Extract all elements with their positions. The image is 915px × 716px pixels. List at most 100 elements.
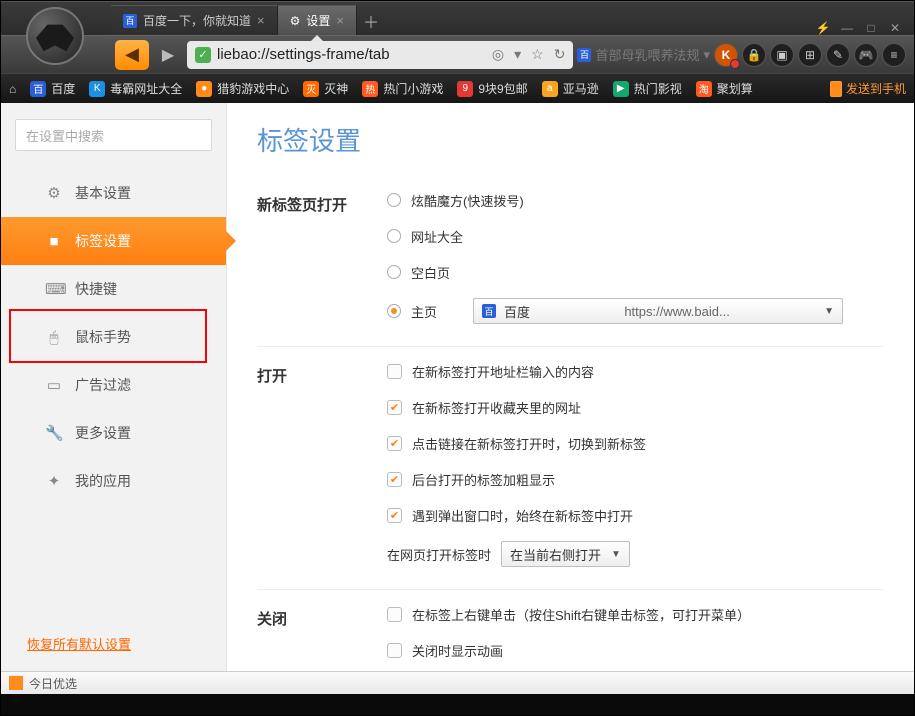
bookmarks-bar: ⌂ 百百度K毒霸网址大全●猎豹游戏中心灭灭神热热门小游戏99块9包邮a亚马逊▶热…: [1, 73, 914, 103]
checkbox-row[interactable]: 关闭时显示动画: [387, 640, 884, 660]
checkbox-row[interactable]: 点击链接在新标签打开时，切换到新标签: [387, 433, 884, 453]
send-to-phone[interactable]: 发送到手机: [830, 80, 906, 97]
status-text[interactable]: 今日优选: [29, 675, 77, 692]
k-icon-wrap[interactable]: K: [714, 43, 738, 67]
dropdown-icon[interactable]: ▾: [703, 47, 710, 63]
section-new-tab: 新标签页打开 炫酷魔方(快速拨号)网址大全空白页主页百百度https://www…: [257, 176, 884, 347]
checkbox-label: 在新标签打开收藏夹里的网址: [412, 398, 581, 417]
checkbox-label: 在标签上右键单击（按住Shift右键单击标签，可打开菜单）: [412, 605, 750, 624]
site-icon[interactable]: ◎: [492, 46, 504, 63]
bookmark-icon: 百: [30, 81, 46, 97]
radio-row[interactable]: 主页百百度https://www.baid...▼: [387, 298, 884, 324]
radio-icon: [387, 304, 401, 318]
video-icon[interactable]: ▣: [770, 43, 794, 67]
checkbox-icon: [387, 364, 402, 379]
bookmark-item[interactable]: ▶热门影视: [613, 80, 682, 97]
lock-icon[interactable]: 🔒: [742, 43, 766, 67]
sidebar-item-3[interactable]: 🖱鼠标手势: [1, 313, 226, 361]
status-icon: [9, 676, 23, 690]
section-label: 关闭: [257, 604, 387, 671]
settings-search-input[interactable]: 在设置中搜索: [15, 119, 212, 151]
address-bar[interactable]: ✓ liebao://settings-frame/tab ◎ ▾ ☆ ↻: [187, 41, 573, 69]
bookmark-item[interactable]: 百百度: [30, 80, 75, 97]
checkbox-label: 遇到弹出窗口时，始终在新标签中打开: [412, 506, 633, 525]
checkbox-row[interactable]: 在标签上右键单击（按住Shift右键单击标签，可打开菜单）: [387, 604, 884, 624]
checkbox-row[interactable]: 遇到弹出窗口时，始终在新标签中打开: [387, 505, 884, 525]
position-label: 在网页打开标签时: [387, 545, 491, 564]
address-tools: ◎ ▾ ☆ ↻: [492, 46, 566, 63]
sidebar-label: 广告过滤: [75, 375, 131, 395]
favorite-icon[interactable]: ☆: [531, 46, 544, 63]
home-icon[interactable]: ⌂: [9, 82, 16, 96]
checkbox-icon: [387, 436, 402, 451]
forward-button[interactable]: ▶: [153, 42, 183, 68]
radio-row[interactable]: 炫酷魔方(快速拨号): [387, 190, 884, 210]
tab-label: 百度一下，你就知道: [143, 12, 251, 29]
radio-row[interactable]: 网址大全: [387, 226, 884, 246]
extension-icons: K 🔒 ▣ ⊞ ✎ 🎮 ≡: [714, 43, 906, 67]
dropdown-value: 在当前右侧打开: [510, 545, 601, 564]
sidebar-item-4[interactable]: ▭广告过滤: [1, 361, 226, 409]
back-button[interactable]: ◀: [115, 40, 149, 70]
sidebar-item-1[interactable]: ■标签设置: [1, 217, 226, 265]
menu-icon[interactable]: ≡: [882, 43, 906, 67]
checkbox-icon: [387, 400, 402, 415]
bookmark-icon: ▶: [613, 81, 629, 97]
close-window-button[interactable]: ✕: [886, 21, 904, 35]
trending-search[interactable]: 百 首部母乳喂养法规 ▾: [577, 45, 710, 64]
sidebar-item-0[interactable]: ⚙基本设置: [1, 169, 226, 217]
titlebar: 百 百度一下，你就知道 × ⚙ 设置 × ＋ ⚡ — □ ✕: [1, 1, 914, 35]
checkbox-row[interactable]: 后台打开的标签加粗显示: [387, 469, 884, 489]
open-position-dropdown[interactable]: 在当前右侧打开 ▼: [501, 541, 630, 567]
bookmark-item[interactable]: 99块9包邮: [457, 80, 527, 97]
new-tab-button[interactable]: ＋: [357, 7, 385, 35]
checkbox-label: 后台打开的标签加粗显示: [412, 470, 555, 489]
wand-icon[interactable]: ✎: [826, 43, 850, 67]
bookmark-item[interactable]: a亚马逊: [542, 80, 599, 97]
open-position-row: 在网页打开标签时在当前右侧打开 ▼: [387, 541, 884, 567]
dropdown-icon[interactable]: ▾: [514, 46, 521, 63]
bookmark-label: 灭神: [324, 80, 348, 97]
bookmark-label: 热门小游戏: [383, 80, 443, 97]
tab-settings[interactable]: ⚙ 设置 ×: [278, 5, 357, 35]
phone-icon: [830, 81, 842, 97]
checkbox-row[interactable]: 在新标签打开收藏夹里的网址: [387, 397, 884, 417]
tab-label: 设置: [306, 12, 330, 29]
radio-label: 网址大全: [411, 227, 463, 246]
checkbox-row[interactable]: 在新标签打开地址栏输入的内容: [387, 361, 884, 381]
bookmark-label: 猎豹游戏中心: [217, 80, 289, 97]
bookmark-item[interactable]: K毒霸网址大全: [89, 80, 182, 97]
gear-icon: ⚙: [290, 14, 301, 28]
sidebar-icon: ✦: [45, 472, 63, 490]
homepage-dropdown[interactable]: 百百度https://www.baid...▼: [473, 298, 843, 324]
bookmark-icon: 灭: [303, 81, 319, 97]
close-icon[interactable]: ×: [257, 13, 265, 28]
security-badge-icon: ✓: [195, 47, 211, 63]
tab-strip: 百 百度一下，你就知道 × ⚙ 设置 × ＋: [111, 1, 814, 35]
game-icon[interactable]: 🎮: [854, 43, 878, 67]
tab-baidu[interactable]: 百 百度一下，你就知道 ×: [111, 5, 278, 35]
sidebar-item-5[interactable]: 🔧更多设置: [1, 409, 226, 457]
maximize-button[interactable]: □: [862, 21, 880, 35]
radio-row[interactable]: 空白页: [387, 262, 884, 282]
shop-icon[interactable]: ⊞: [798, 43, 822, 67]
radio-icon: [387, 193, 401, 207]
close-icon[interactable]: ×: [336, 13, 344, 28]
minimize-button[interactable]: —: [838, 21, 856, 35]
restore-defaults-link[interactable]: 恢复所有默认设置: [27, 634, 131, 653]
bookmark-item[interactable]: ●猎豹游戏中心: [196, 80, 289, 97]
settings-sidebar: 在设置中搜索 ⚙基本设置■标签设置⌨快捷键🖱鼠标手势▭广告过滤🔧更多设置✦我的应…: [1, 103, 227, 671]
reload-icon[interactable]: ↻: [554, 46, 566, 63]
sidebar-label: 基本设置: [75, 183, 131, 203]
bookmark-item[interactable]: 淘聚划算: [696, 80, 753, 97]
sidebar-label: 标签设置: [75, 231, 131, 251]
sidebar-item-6[interactable]: ✦我的应用: [1, 457, 226, 505]
sidebar-item-2[interactable]: ⌨快捷键: [1, 265, 226, 313]
radio-label: 空白页: [411, 263, 450, 282]
bookmark-item[interactable]: 灭灭神: [303, 80, 348, 97]
lightning-icon[interactable]: ⚡: [814, 21, 832, 35]
chevron-down-icon: ▼: [611, 549, 621, 560]
sidebar-label: 鼠标手势: [75, 327, 131, 347]
baidu-favicon: 百: [123, 14, 137, 28]
bookmark-item[interactable]: 热热门小游戏: [362, 80, 443, 97]
